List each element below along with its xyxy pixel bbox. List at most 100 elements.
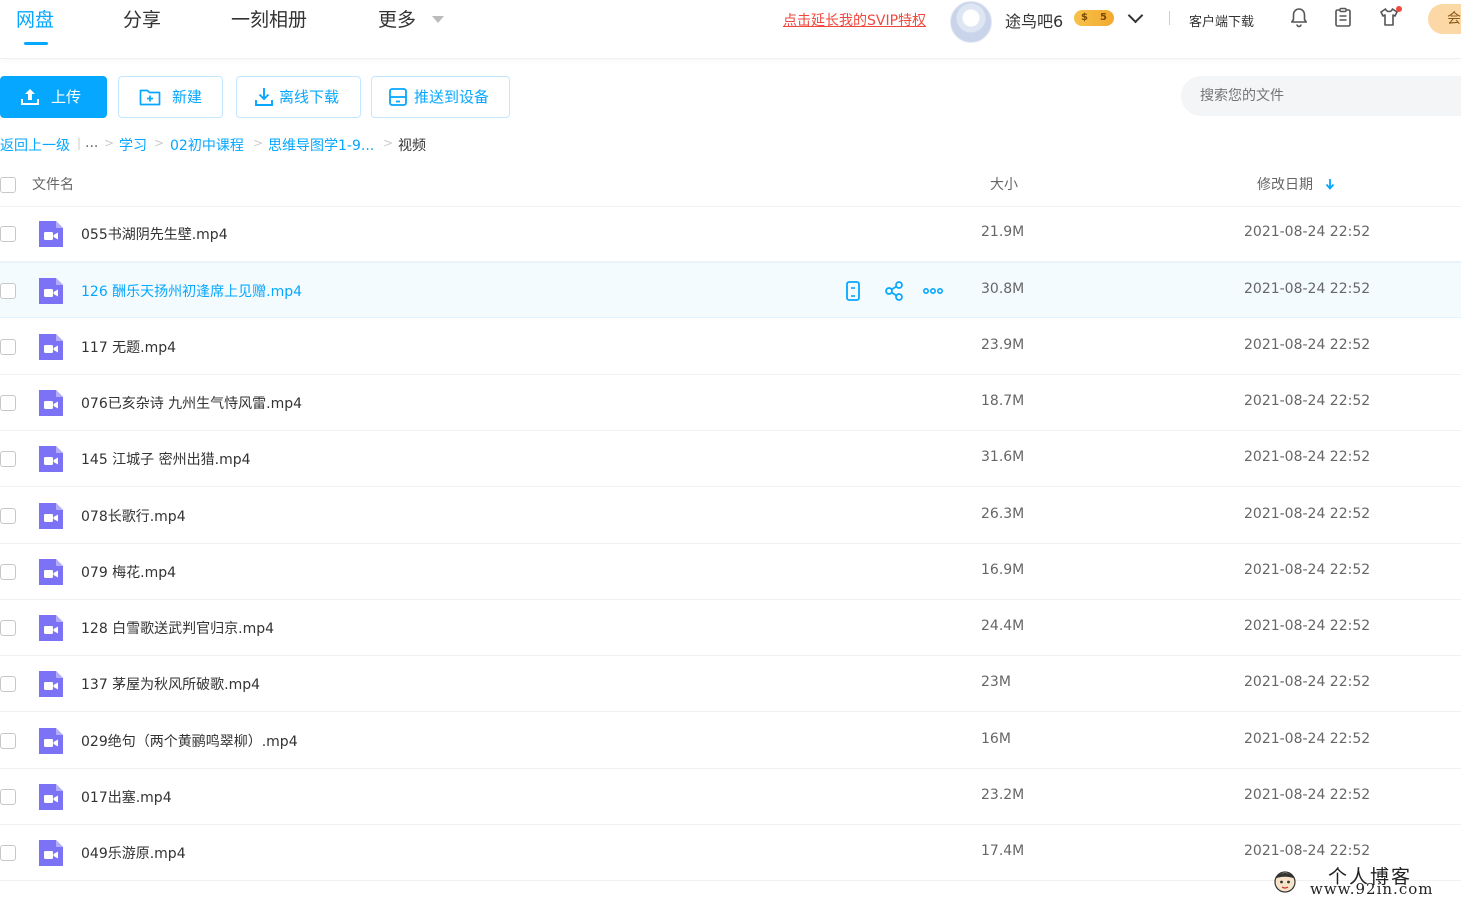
- file-size: 24.4M: [981, 618, 1025, 634]
- video-file-icon: [39, 503, 63, 529]
- video-file-icon: [39, 784, 63, 810]
- breadcrumb-item-mindmap[interactable]: 思维导图学1-9...: [268, 135, 374, 155]
- breadcrumb-back[interactable]: 返回上一级: [0, 135, 70, 155]
- file-name[interactable]: 055书湖阴先生壁.mp4: [81, 224, 228, 244]
- file-name[interactable]: 145 江城子 密州出猎.mp4: [81, 449, 251, 469]
- row-checkbox[interactable]: [0, 620, 16, 636]
- cartoon-face-icon: [1274, 871, 1296, 893]
- tab-share[interactable]: 分享: [123, 6, 161, 34]
- chevron-down-icon[interactable]: [432, 16, 444, 23]
- video-file-icon: [39, 840, 63, 866]
- clipboard-icon[interactable]: [1332, 6, 1354, 28]
- client-download-link[interactable]: 客户端下载: [1189, 11, 1254, 30]
- file-size: 23.2M: [981, 787, 1025, 803]
- offline-download-label: 离线下载: [279, 88, 340, 106]
- file-name[interactable]: 117 无题.mp4: [81, 337, 176, 357]
- file-name[interactable]: 017出塞.mp4: [81, 787, 172, 807]
- bell-icon[interactable]: [1288, 6, 1310, 28]
- push-to-device-button[interactable]: 推送到设备: [371, 76, 510, 118]
- avatar[interactable]: [950, 1, 992, 43]
- row-checkbox[interactable]: [0, 508, 16, 524]
- file-size: 17.4M: [981, 843, 1025, 859]
- offline-download-button[interactable]: 离线下载: [236, 76, 361, 118]
- tab-netdisk[interactable]: 网盘: [16, 6, 54, 34]
- file-date: 2021-08-24 22:52: [1244, 224, 1371, 240]
- file-date: 2021-08-24 22:52: [1244, 562, 1371, 578]
- phone-icon[interactable]: [842, 280, 864, 302]
- select-all-checkbox[interactable]: [0, 177, 16, 193]
- file-size: 18.7M: [981, 393, 1025, 409]
- file-name[interactable]: 079 梅花.mp4: [81, 562, 176, 582]
- video-file-icon: [39, 671, 63, 697]
- upload-button[interactable]: 上传: [0, 76, 107, 118]
- file-date: 2021-08-24 22:52: [1244, 618, 1371, 634]
- table-row[interactable]: 145 江城子 密州出猎.mp4 31.6M 2021-08-24 22:52: [0, 431, 1461, 487]
- table-row[interactable]: 117 无题.mp4 23.9M 2021-08-24 22:52: [0, 319, 1461, 375]
- tab-more[interactable]: 更多: [378, 6, 416, 34]
- file-size: 31.6M: [981, 449, 1025, 465]
- breadcrumb-ellipsis[interactable]: ...: [85, 135, 98, 151]
- video-file-icon: [39, 615, 63, 641]
- table-row[interactable]: 079 梅花.mp4 16.9M 2021-08-24 22:52: [0, 544, 1461, 600]
- column-header-size[interactable]: 大小: [990, 174, 1018, 194]
- notification-dot: [1396, 6, 1402, 12]
- video-file-icon: [39, 221, 63, 247]
- file-date: 2021-08-24 22:52: [1244, 506, 1371, 522]
- table-row[interactable]: 017出塞.mp4 23.2M 2021-08-24 22:52: [0, 769, 1461, 825]
- file-table-header: 文件名 大小 修改日期: [0, 166, 1461, 207]
- vip-badge-right: 5: [1100, 12, 1107, 23]
- video-file-icon: [39, 278, 63, 304]
- file-name[interactable]: 049乐游原.mp4: [81, 843, 186, 863]
- row-checkbox[interactable]: [0, 339, 16, 355]
- row-checkbox[interactable]: [0, 733, 16, 749]
- row-checkbox[interactable]: [0, 789, 16, 805]
- table-row[interactable]: 049乐游原.mp4 17.4M 2021-08-24 22:52: [0, 825, 1461, 881]
- user-menu-chevron-icon[interactable]: [1127, 7, 1144, 24]
- file-name[interactable]: 126 酬乐天扬州初逢席上见赠.mp4: [81, 281, 302, 301]
- video-file-icon: [39, 559, 63, 585]
- sort-desc-arrow-icon[interactable]: [1324, 178, 1336, 190]
- file-size: 23.9M: [981, 337, 1025, 353]
- table-row[interactable]: 076已亥杂诗 九州生气恃风雷.mp4 18.7M 2021-08-24 22:…: [0, 375, 1461, 431]
- row-checkbox[interactable]: [0, 226, 16, 242]
- file-date: 2021-08-24 22:52: [1244, 674, 1371, 690]
- more-icon[interactable]: [922, 280, 944, 302]
- search-input[interactable]: [1181, 76, 1461, 116]
- row-checkbox[interactable]: [0, 395, 16, 411]
- share-icon[interactable]: [883, 280, 905, 302]
- breadcrumb-item-study[interactable]: 学习: [119, 135, 147, 155]
- vip-center-button[interactable]: 会: [1428, 4, 1461, 34]
- table-row[interactable]: 029绝句（两个黄鹂鸣翠柳）.mp4 16M 2021-08-24 22:52: [0, 713, 1461, 769]
- breadcrumb-current: 视频: [398, 138, 426, 154]
- breadcrumb-divider: |: [77, 136, 82, 150]
- file-name[interactable]: 137 茅屋为秋风所破歌.mp4: [81, 674, 260, 694]
- file-name[interactable]: 076已亥杂诗 九州生气恃风雷.mp4: [81, 393, 302, 413]
- row-checkbox[interactable]: [0, 451, 16, 467]
- column-header-date[interactable]: 修改日期: [1257, 174, 1313, 194]
- table-row[interactable]: 126 酬乐天扬州初逢席上见赠.mp4 30.8M 2021-08-24 22:…: [0, 262, 1461, 318]
- watermark-url: www.92in.com: [1310, 880, 1434, 898]
- device-icon: [389, 88, 407, 106]
- row-checkbox[interactable]: [0, 676, 16, 692]
- table-row[interactable]: 137 茅屋为秋风所破歌.mp4 23M 2021-08-24 22:52: [0, 656, 1461, 712]
- table-row[interactable]: 055书湖阴先生壁.mp4 21.9M 2021-08-24 22:52: [0, 206, 1461, 262]
- table-row[interactable]: 078长歌行.mp4 26.3M 2021-08-24 22:52: [0, 488, 1461, 544]
- file-name[interactable]: 078长歌行.mp4: [81, 506, 186, 526]
- username[interactable]: 途鸟吧6: [1005, 8, 1063, 32]
- new-folder-button[interactable]: 新建: [118, 76, 223, 118]
- tab-moment-album[interactable]: 一刻相册: [231, 6, 307, 34]
- upload-label: 上传: [51, 88, 82, 106]
- file-name[interactable]: 029绝句（两个黄鹂鸣翠柳）.mp4: [81, 731, 298, 751]
- svip-renew-link[interactable]: 点击延长我的SVIP特权: [783, 10, 926, 30]
- column-header-name[interactable]: 文件名: [32, 174, 74, 194]
- row-checkbox[interactable]: [0, 564, 16, 580]
- file-date: 2021-08-24 22:52: [1244, 393, 1371, 409]
- row-checkbox[interactable]: [0, 283, 16, 299]
- row-checkbox[interactable]: [0, 845, 16, 861]
- table-row[interactable]: 128 白雪歌送武判官归京.mp4 24.4M 2021-08-24 22:52: [0, 600, 1461, 656]
- breadcrumb-item-course[interactable]: 02初中课程: [170, 135, 244, 155]
- push-to-device-label: 推送到设备: [414, 88, 490, 106]
- file-name[interactable]: 128 白雪歌送武判官归京.mp4: [81, 618, 274, 638]
- file-date: 2021-08-24 22:52: [1244, 731, 1371, 747]
- header-divider: [1169, 11, 1170, 25]
